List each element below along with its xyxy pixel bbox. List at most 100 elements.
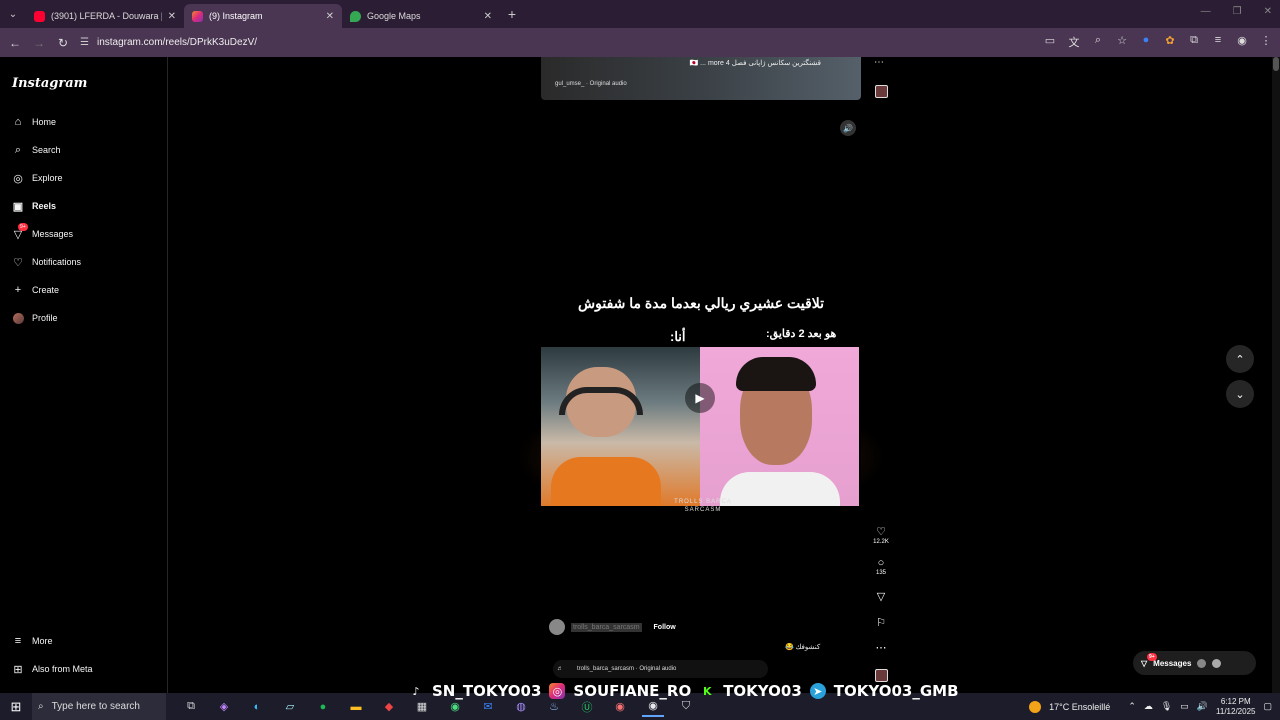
follow-button[interactable]: Follow <box>654 624 676 631</box>
game-app-icon[interactable]: ◆ <box>378 697 400 717</box>
sidebar-item-also-from-meta[interactable]: ⊞ Also from Meta <box>12 659 93 679</box>
audio-thumbnail[interactable] <box>875 85 888 98</box>
extension-shazam-icon[interactable]: ● <box>1140 34 1152 50</box>
onedrive-icon[interactable]: ☁ <box>1144 701 1153 712</box>
close-tab-icon[interactable]: ✕ <box>484 11 492 22</box>
sidebar-item-explore[interactable]: ◎ Explore <box>12 168 62 188</box>
sidebar-item-label: Also from Meta <box>32 664 93 674</box>
media-control-icon[interactable]: ≡ <box>1212 34 1224 50</box>
sidebar-item-search[interactable]: ⌕ Search <box>12 140 61 160</box>
share-action[interactable]: ▽ <box>873 590 889 603</box>
sidebar-item-reels[interactable]: ▣ Reels <box>12 196 56 216</box>
task-view-icon[interactable]: ⧉ <box>180 697 202 717</box>
sidebar-item-home[interactable]: ⌂ Home <box>12 112 56 132</box>
tab-youtube[interactable]: (3901) LFERDA - Douwara [Clip ✕ <box>26 4 184 28</box>
reload-icon[interactable]: ↻ <box>51 36 75 50</box>
forward-icon[interactable]: → <box>27 36 51 50</box>
weather-text[interactable]: 17°C Ensoleillé <box>1049 702 1110 712</box>
mic-icon[interactable]: 🎙 <box>1161 701 1172 712</box>
meta-apps-icon: ⊞ <box>13 663 23 676</box>
owner-username[interactable]: trolls_barca_sarcasm <box>571 622 642 632</box>
sidebar-item-label: More <box>32 636 53 646</box>
chevron-up-icon: ⌃ <box>1235 353 1245 366</box>
hamburger-icon: ≡ <box>14 635 22 647</box>
chevron-up-icon[interactable]: ⌃ <box>1128 701 1136 712</box>
avatar <box>1212 658 1222 668</box>
messenger-icon: ▽ <box>1141 658 1148 668</box>
file-explorer-icon[interactable]: ▬ <box>345 697 367 717</box>
kick-icon: K <box>702 684 712 698</box>
sidebar-item-label: Search <box>32 145 61 155</box>
spotify-icon[interactable]: ● <box>312 697 334 717</box>
clock[interactable]: 6:12 PM 11/12/2025 <box>1216 697 1255 717</box>
volume-icon[interactable]: 🔊 <box>1197 701 1208 712</box>
heart-icon[interactable]: ♡ <box>876 525 886 538</box>
more-options-icon[interactable]: ⋯ <box>874 57 884 68</box>
close-tab-icon[interactable]: ✕ <box>326 11 334 22</box>
profile-avatar[interactable]: ◉ <box>1236 34 1248 50</box>
sidebar-item-notifications[interactable]: ♡ Notifications <box>12 252 81 272</box>
tab-title: (9) Instagram <box>209 11 263 21</box>
translate-icon[interactable]: 文 <box>1068 34 1080 50</box>
scrollbar-thumb[interactable] <box>1273 57 1279 71</box>
instagram-icon: ◎ <box>549 683 566 699</box>
scrollbar[interactable] <box>1272 57 1280 693</box>
more-action[interactable]: ⋯ <box>873 641 889 654</box>
windows-start-icon[interactable]: ⊞ <box>0 699 32 715</box>
notification-badge: 9+ <box>18 223 28 231</box>
next-reel-button[interactable]: ⌄ <box>1226 380 1254 408</box>
sidebar-item-more[interactable]: ≡ More <box>12 631 53 651</box>
previous-reel-audio[interactable]: gul_umse_ · Original audio <box>555 81 627 87</box>
share-icon[interactable]: ▽ <box>877 590 885 603</box>
edge-icon[interactable]: ◐ <box>246 697 268 717</box>
volume-icon[interactable]: 🔊 <box>840 120 856 136</box>
previous-reel[interactable]: قشنگترین سکانس ژاپانی فصل 4 🇯🇵 ... more … <box>541 57 861 100</box>
address-field[interactable]: ☰ instagram.com/reels/DPrkK3uDezV/ <box>80 32 1110 53</box>
tab-google-maps[interactable]: Google Maps ✕ <box>342 4 500 28</box>
cast-icon[interactable]: ▭ <box>1044 34 1056 50</box>
hair <box>736 357 816 391</box>
sidebar-item-messages[interactable]: ▽ 9+ Messages <box>12 223 74 244</box>
reel-audio-text: trolls_barca_sarcasm · Original audio <box>577 666 677 672</box>
tab-instagram[interactable]: (9) Instagram ✕ <box>184 4 342 28</box>
bookmark-star-icon[interactable]: ☆ <box>1116 34 1128 50</box>
back-icon[interactable]: ← <box>3 36 27 50</box>
play-icon[interactable]: ▶ <box>685 383 715 413</box>
instagram-sidebar: Instagram ⌂ Home ⌕ Search ◎ Explore ▣ Re… <box>0 57 168 693</box>
new-tab-button[interactable]: + <box>500 6 524 22</box>
bookmark-icon[interactable]: ⚐ <box>876 616 886 629</box>
notes-icon[interactable]: ▱ <box>279 697 301 717</box>
restore-icon[interactable]: ❐ <box>1233 6 1242 17</box>
save-action[interactable]: ⚐ <box>873 616 889 629</box>
notification-center-icon[interactable]: ▢ <box>1263 701 1272 712</box>
zoom-icon[interactable]: ⌕ <box>1092 34 1104 50</box>
comment-action[interactable]: ○ 135 <box>873 557 889 576</box>
reel-audio-link[interactable]: ♬ trolls_barca_sarcasm · Original audio <box>553 660 768 678</box>
extensions-puzzle-icon[interactable]: ⧉ <box>1188 34 1200 50</box>
messages-pill[interactable]: ▽ 9+ Messages <box>1133 651 1256 675</box>
tab-search-button[interactable]: ⌄ <box>0 0 26 28</box>
reel-video-frame[interactable] <box>541 347 859 506</box>
comment-icon[interactable]: ○ <box>878 557 885 569</box>
previous-reel-caption: قشنگترین سکانس ژاپانی فصل 4 🇯🇵 ... more <box>689 60 822 67</box>
sidebar-item-profile[interactable]: Profile <box>12 308 58 328</box>
close-window-icon[interactable]: ✕ <box>1264 6 1272 17</box>
browser-menu-icon[interactable]: ⋮ <box>1260 34 1272 50</box>
network-icon[interactable]: ▭ <box>1180 701 1189 712</box>
previous-reel-button[interactable]: ⌃ <box>1226 345 1254 373</box>
minimize-icon[interactable]: — <box>1201 6 1211 17</box>
close-tab-icon[interactable]: ✕ <box>168 11 176 22</box>
tiktok-icon: ♪ <box>412 684 420 698</box>
sidebar-item-create[interactable]: + Create <box>12 280 59 300</box>
sidebar-item-label: Messages <box>32 229 74 239</box>
window-controls: — ❐ ✕ <box>1201 6 1272 17</box>
instagram-logo[interactable]: Instagram <box>12 76 87 91</box>
taskbar-search[interactable]: ⌕ Type here to search <box>32 693 166 720</box>
copilot-icon[interactable]: ◈ <box>213 697 235 717</box>
like-action[interactable]: ♡ 12.2K <box>873 525 889 545</box>
more-options-icon[interactable]: ⋯ <box>876 641 887 654</box>
site-info-icon[interactable]: ☰ <box>80 37 89 48</box>
reel-caption: كنشوفك 😂 <box>785 644 821 651</box>
extension-icon[interactable]: ✿ <box>1164 34 1176 50</box>
owner-avatar[interactable] <box>549 619 565 635</box>
